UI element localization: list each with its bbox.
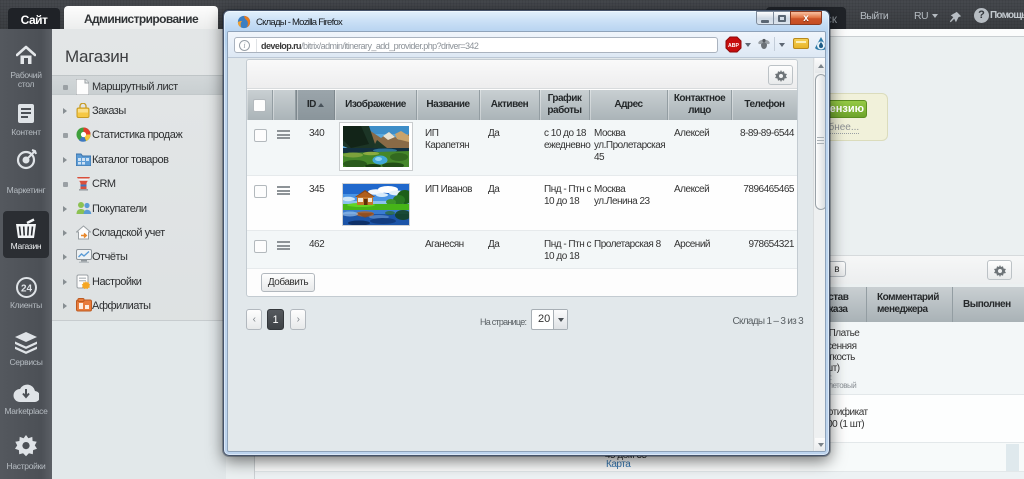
- svg-text:ABP: ABP: [728, 43, 739, 49]
- svg-text:24: 24: [20, 284, 32, 295]
